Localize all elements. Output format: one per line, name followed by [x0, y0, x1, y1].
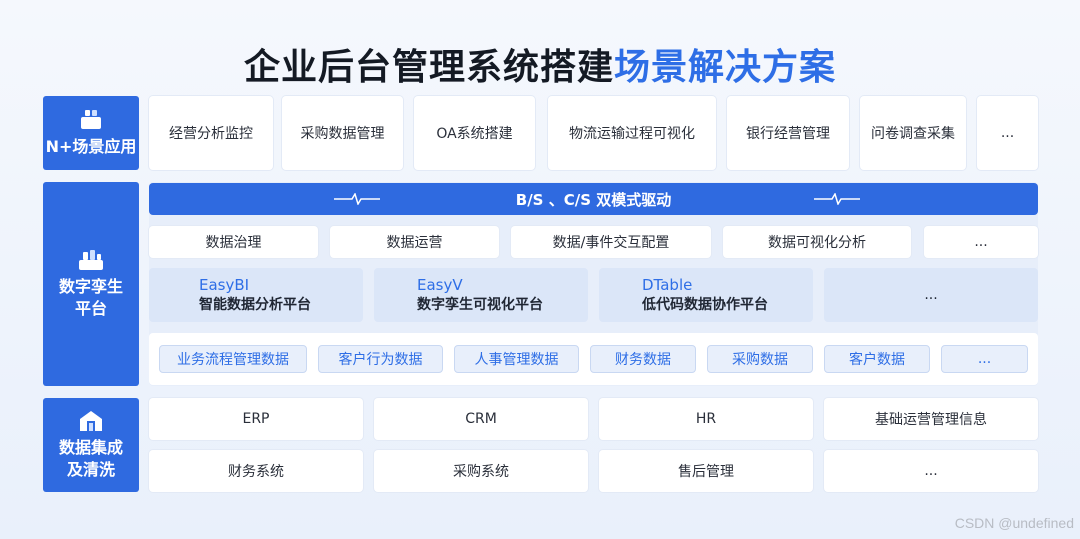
system-item-3: 售后管理 [599, 450, 813, 492]
source-item-3: HR [599, 398, 813, 440]
product-desc: 低代码数据协作平台 [642, 297, 768, 313]
system-label: 财务系统 [228, 464, 284, 480]
product-more-label: ... [924, 287, 938, 303]
system-item-2: 采购系统 [374, 450, 588, 492]
data-tag-3: 人事管理数据 [454, 345, 579, 373]
app-item-label: 采购数据管理 [300, 126, 385, 142]
data-tag-more: ... [941, 345, 1028, 373]
function-item-1: 数据治理 [149, 226, 318, 258]
pulse-line-icon [814, 193, 860, 205]
product-name: EasyBI [199, 276, 250, 294]
solution-diagram: 企业后台管理系统搭建场景解决方案 N+场景应用 经营分析监控 采购数据管理 OA… [0, 0, 1080, 539]
data-tag-label: 客户数据 [849, 352, 905, 368]
product-name: EasyV [417, 276, 463, 294]
twin-row-label: 数字孪生 平台 [43, 182, 139, 386]
app-blocks-icon [81, 110, 101, 129]
app-item-4: 物流运输过程可视化 [548, 96, 716, 170]
function-label: 数据治理 [205, 235, 262, 251]
app-item-label: OA系统搭建 [436, 126, 513, 142]
data-tag-2: 客户行为数据 [318, 345, 443, 373]
function-label: 数据运营 [386, 235, 443, 251]
app-item-label: 银行经营管理 [746, 126, 830, 142]
app-item-label: ... [1000, 125, 1015, 141]
app-item-2: 采购数据管理 [282, 96, 403, 170]
data-tag-4: 财务数据 [590, 345, 696, 373]
product-desc: 数字孪生可视化平台 [417, 297, 543, 313]
function-label: 数据可视化分析 [768, 235, 866, 251]
source-item-4: 基础运营管理信息 [824, 398, 1038, 440]
product-name: DTable [642, 276, 693, 294]
platform-blocks-icon [79, 250, 103, 270]
source-item-1: ERP [149, 398, 363, 440]
apps-row-label-text: N+场景应用 [45, 137, 137, 156]
function-label: ... [974, 234, 988, 250]
app-item-3: OA系统搭建 [414, 96, 535, 170]
data-tag-label: 人事管理数据 [474, 352, 559, 368]
data-tag-label: ... [977, 351, 992, 367]
function-label: 数据/事件交互配置 [552, 235, 670, 251]
app-item-label: 物流运输过程可视化 [569, 126, 695, 142]
data-tag-label: 客户行为数据 [338, 352, 423, 368]
product-desc: 智能数据分析平台 [199, 297, 311, 313]
title-blue-part: 场景解决方案 [614, 47, 837, 88]
system-item-1: 财务系统 [149, 450, 363, 492]
function-item-3: 数据/事件交互配置 [511, 226, 711, 258]
data-tag-5: 采购数据 [707, 345, 813, 373]
app-item-label: 经营分析监控 [169, 126, 253, 142]
app-item-6: 问卷调查采集 [860, 96, 966, 170]
source-label: HR [695, 411, 717, 427]
csdn-watermark: CSDN @undefined [954, 515, 1074, 531]
source-label: 基础运营管理信息 [875, 412, 987, 428]
integration-row-label-line2: 及清洗 [66, 460, 115, 479]
data-tag-label: 业务流程管理数据 [177, 352, 289, 368]
product-card-more: ... [824, 268, 1038, 322]
product-card-easybi: EasyBI 智能数据分析平台 [149, 268, 363, 322]
source-item-2: CRM [374, 398, 588, 440]
product-card-dtable: DTable 低代码数据协作平台 [599, 268, 813, 322]
app-item-more: ... [977, 96, 1038, 170]
twin-row-label-line2: 平台 [74, 299, 107, 318]
mode-bar-text: B/S 、C/S 双模式驱动 [515, 190, 672, 209]
app-item-label: 问卷调查采集 [871, 126, 955, 142]
data-tag-1: 业务流程管理数据 [159, 345, 307, 373]
function-item-2: 数据运营 [330, 226, 499, 258]
data-tag-label: 采购数据 [732, 352, 788, 368]
function-item-4: 数据可视化分析 [723, 226, 911, 258]
data-tag-label: 财务数据 [615, 352, 671, 368]
system-label: 售后管理 [678, 464, 734, 480]
system-label: 采购系统 [453, 464, 509, 480]
function-item-more: ... [924, 226, 1038, 258]
source-label: CRM [465, 411, 497, 427]
system-item-more: ... [824, 450, 1038, 492]
integration-row-label-line1: 数据集成 [58, 438, 123, 457]
source-label: ERP [242, 411, 270, 427]
data-tag-6: 客户数据 [824, 345, 930, 373]
apps-row-label: N+场景应用 [43, 96, 139, 170]
data-house-icon [80, 411, 102, 431]
pulse-line-icon [334, 193, 380, 205]
system-label: ... [924, 463, 938, 479]
app-item-5: 银行经营管理 [727, 96, 849, 170]
page-title: 企业后台管理系统搭建场景解决方案 [0, 38, 1080, 90]
app-item-1: 经营分析监控 [149, 96, 273, 170]
product-card-easyv: EasyV 数字孪生可视化平台 [374, 268, 588, 322]
title-dark-part: 企业后台管理系统搭建 [243, 47, 614, 88]
integration-row-label: 数据集成 及清洗 [43, 398, 139, 492]
twin-row-label-line1: 数字孪生 [58, 277, 123, 296]
mode-bar: B/S 、C/S 双模式驱动 [149, 183, 1038, 215]
